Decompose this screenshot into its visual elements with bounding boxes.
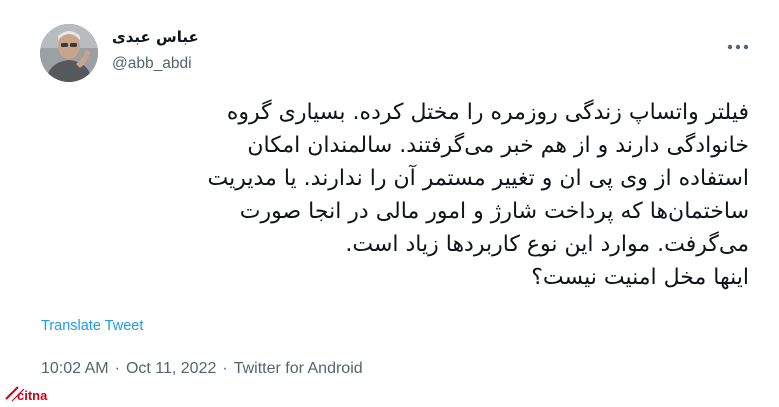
translate-tweet-link[interactable]: Translate Tweet xyxy=(41,318,143,334)
citna-watermark-logo: citna xyxy=(3,385,63,403)
more-horizontal-icon[interactable] xyxy=(724,38,752,50)
tweet-text-line: اینها مخل امنیت نیست؟ xyxy=(531,265,749,290)
author-handle[interactable]: @abb_abdi xyxy=(112,54,199,74)
author-name[interactable]: عباس عبدی xyxy=(112,27,199,47)
tweet-text-line: خانوادگی دارند و از هم خبر می‌گرفتند. سا… xyxy=(247,133,749,158)
tweet-text-line: استفاده از وی پی ان و تغییر مستمر آن را … xyxy=(207,166,749,191)
meta-separator: · xyxy=(114,360,120,377)
tweet-metadata: 10:02 AM · Oct 11, 2022 · Twitter for Androi… xyxy=(41,360,363,378)
tweet-text-line: ساختمان‌ها که پرداخت شارژ و امور مالی در… xyxy=(239,199,749,224)
tweet-time[interactable]: 10:02 AM xyxy=(41,360,109,377)
meta-separator: · xyxy=(222,360,228,377)
tweet-card: عباس عبدی @abb_abdi فیلتر واتساپ زندگی ر… xyxy=(0,0,779,404)
tweet-text: فیلتر واتساپ زندگی روزمره را مختل کرده. … xyxy=(29,96,749,294)
svg-text:citna: citna xyxy=(17,388,48,403)
tweet-text-line: می‌گرفت. موارد این نوع کاربردها زیاد است… xyxy=(345,232,749,257)
profile-photo xyxy=(40,24,98,82)
author-block: عباس عبدی @abb_abdi xyxy=(112,27,199,74)
tweet-text-line: فیلتر واتساپ زندگی روزمره را مختل کرده. … xyxy=(226,100,749,125)
tweet-source[interactable]: Twitter for Android xyxy=(234,360,363,377)
avatar[interactable] xyxy=(40,24,98,82)
tweet-date[interactable]: Oct 11, 2022 xyxy=(126,360,216,377)
